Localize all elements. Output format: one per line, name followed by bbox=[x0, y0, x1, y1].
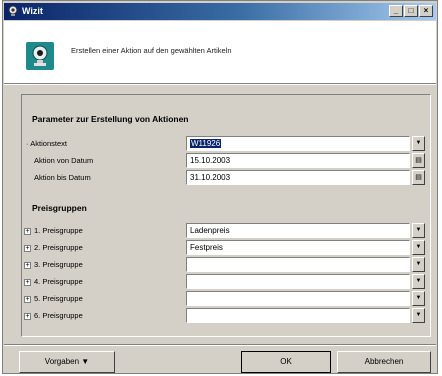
parameter-panel: Parameter zur Erstellung von Aktionen · … bbox=[21, 94, 431, 337]
preisgruppe-6-select[interactable] bbox=[186, 308, 410, 323]
wizard-icon bbox=[26, 42, 54, 70]
preisgruppe-3-select[interactable] bbox=[186, 257, 410, 272]
expand-icon[interactable]: + bbox=[24, 279, 31, 286]
group-label: 2. Preisgruppe bbox=[34, 243, 83, 252]
preisgruppe-row: + 6. Preisgruppe ▼ bbox=[22, 308, 430, 324]
group-label: 4. Preisgruppe bbox=[34, 277, 83, 286]
preisgruppe-2-select[interactable]: Festpreis bbox=[186, 240, 410, 255]
dropdown-button[interactable]: ▼ bbox=[412, 223, 425, 238]
param-row-von-datum: Aktion von Datum 15.10.2003 ▤ bbox=[22, 153, 430, 169]
dropdown-button[interactable]: ▼ bbox=[412, 291, 425, 306]
expand-icon[interactable]: + bbox=[24, 296, 31, 303]
dropdown-button[interactable]: ▼ bbox=[412, 308, 425, 323]
bis-datum-input[interactable]: 31.10.2003 bbox=[186, 170, 410, 185]
params-section-title: Parameter zur Erstellung von Aktionen bbox=[32, 114, 189, 124]
window-title: Wizit bbox=[22, 6, 43, 16]
groups-section-title: Preisgruppen bbox=[32, 203, 87, 213]
group-label: 5. Preisgruppe bbox=[34, 294, 83, 303]
preisgruppe-5-select[interactable] bbox=[186, 291, 410, 306]
title-bar[interactable]: Wizit _ □ × bbox=[4, 3, 436, 20]
expand-icon[interactable]: + bbox=[24, 245, 31, 252]
preisgruppe-row: + 3. Preisgruppe ▼ bbox=[22, 257, 430, 273]
param-label: Aktion von Datum bbox=[34, 156, 94, 165]
maximize-button[interactable]: □ bbox=[404, 5, 418, 17]
calendar-button[interactable]: ▤ bbox=[412, 170, 425, 185]
group-label: 3. Preisgruppe bbox=[34, 260, 83, 269]
dropdown-button[interactable]: ▼ bbox=[412, 257, 425, 272]
footer-divider-highlight bbox=[4, 345, 436, 346]
aktionstext-input[interactable]: W11926 bbox=[186, 136, 410, 151]
preisgruppe-row: + 2. Preisgruppe Festpreis ▼ bbox=[22, 240, 430, 256]
param-label: Aktion bis Datum bbox=[34, 173, 91, 182]
wizard-header: Erstellen einer Aktion auf den gewählten… bbox=[4, 21, 436, 84]
expand-icon[interactable]: + bbox=[24, 228, 31, 235]
ok-button[interactable]: OK bbox=[241, 351, 331, 373]
preisgruppe-4-select[interactable] bbox=[186, 274, 410, 289]
preisgruppe-row: + 1. Preisgruppe Ladenpreis ▼ bbox=[22, 223, 430, 239]
group-label: 1. Preisgruppe bbox=[34, 226, 83, 235]
group-label: 6. Preisgruppe bbox=[34, 311, 83, 320]
calendar-button[interactable]: ▤ bbox=[412, 153, 425, 168]
dropdown-button[interactable]: ▼ bbox=[412, 274, 425, 289]
preisgruppe-1-select[interactable]: Ladenpreis bbox=[186, 223, 410, 238]
param-row-aktionstext: · Aktionstext W11926 ▼ bbox=[22, 136, 430, 152]
wizard-window: Wizit _ □ × Erstellen einer Aktion auf d… bbox=[2, 0, 438, 374]
param-label: · Aktionstext bbox=[26, 139, 67, 148]
close-button[interactable]: × bbox=[419, 5, 433, 17]
aktionstext-dropdown-button[interactable]: ▼ bbox=[412, 136, 425, 151]
wizard-description: Erstellen einer Aktion auf den gewählten… bbox=[71, 46, 232, 55]
expand-icon[interactable]: + bbox=[24, 313, 31, 320]
von-datum-input[interactable]: 15.10.2003 bbox=[186, 153, 410, 168]
defaults-button[interactable]: Vorgaben ▼ bbox=[19, 351, 115, 373]
param-row-bis-datum: Aktion bis Datum 31.10.2003 ▤ bbox=[22, 170, 430, 186]
app-icon bbox=[8, 5, 18, 16]
expand-icon[interactable]: + bbox=[24, 262, 31, 269]
minimize-button[interactable]: _ bbox=[389, 5, 403, 17]
preisgruppe-row: + 4. Preisgruppe ▼ bbox=[22, 274, 430, 290]
preisgruppe-row: + 5. Preisgruppe ▼ bbox=[22, 291, 430, 307]
dropdown-button[interactable]: ▼ bbox=[412, 240, 425, 255]
cancel-button[interactable]: Abbrechen bbox=[337, 351, 431, 373]
header-divider bbox=[4, 84, 436, 85]
